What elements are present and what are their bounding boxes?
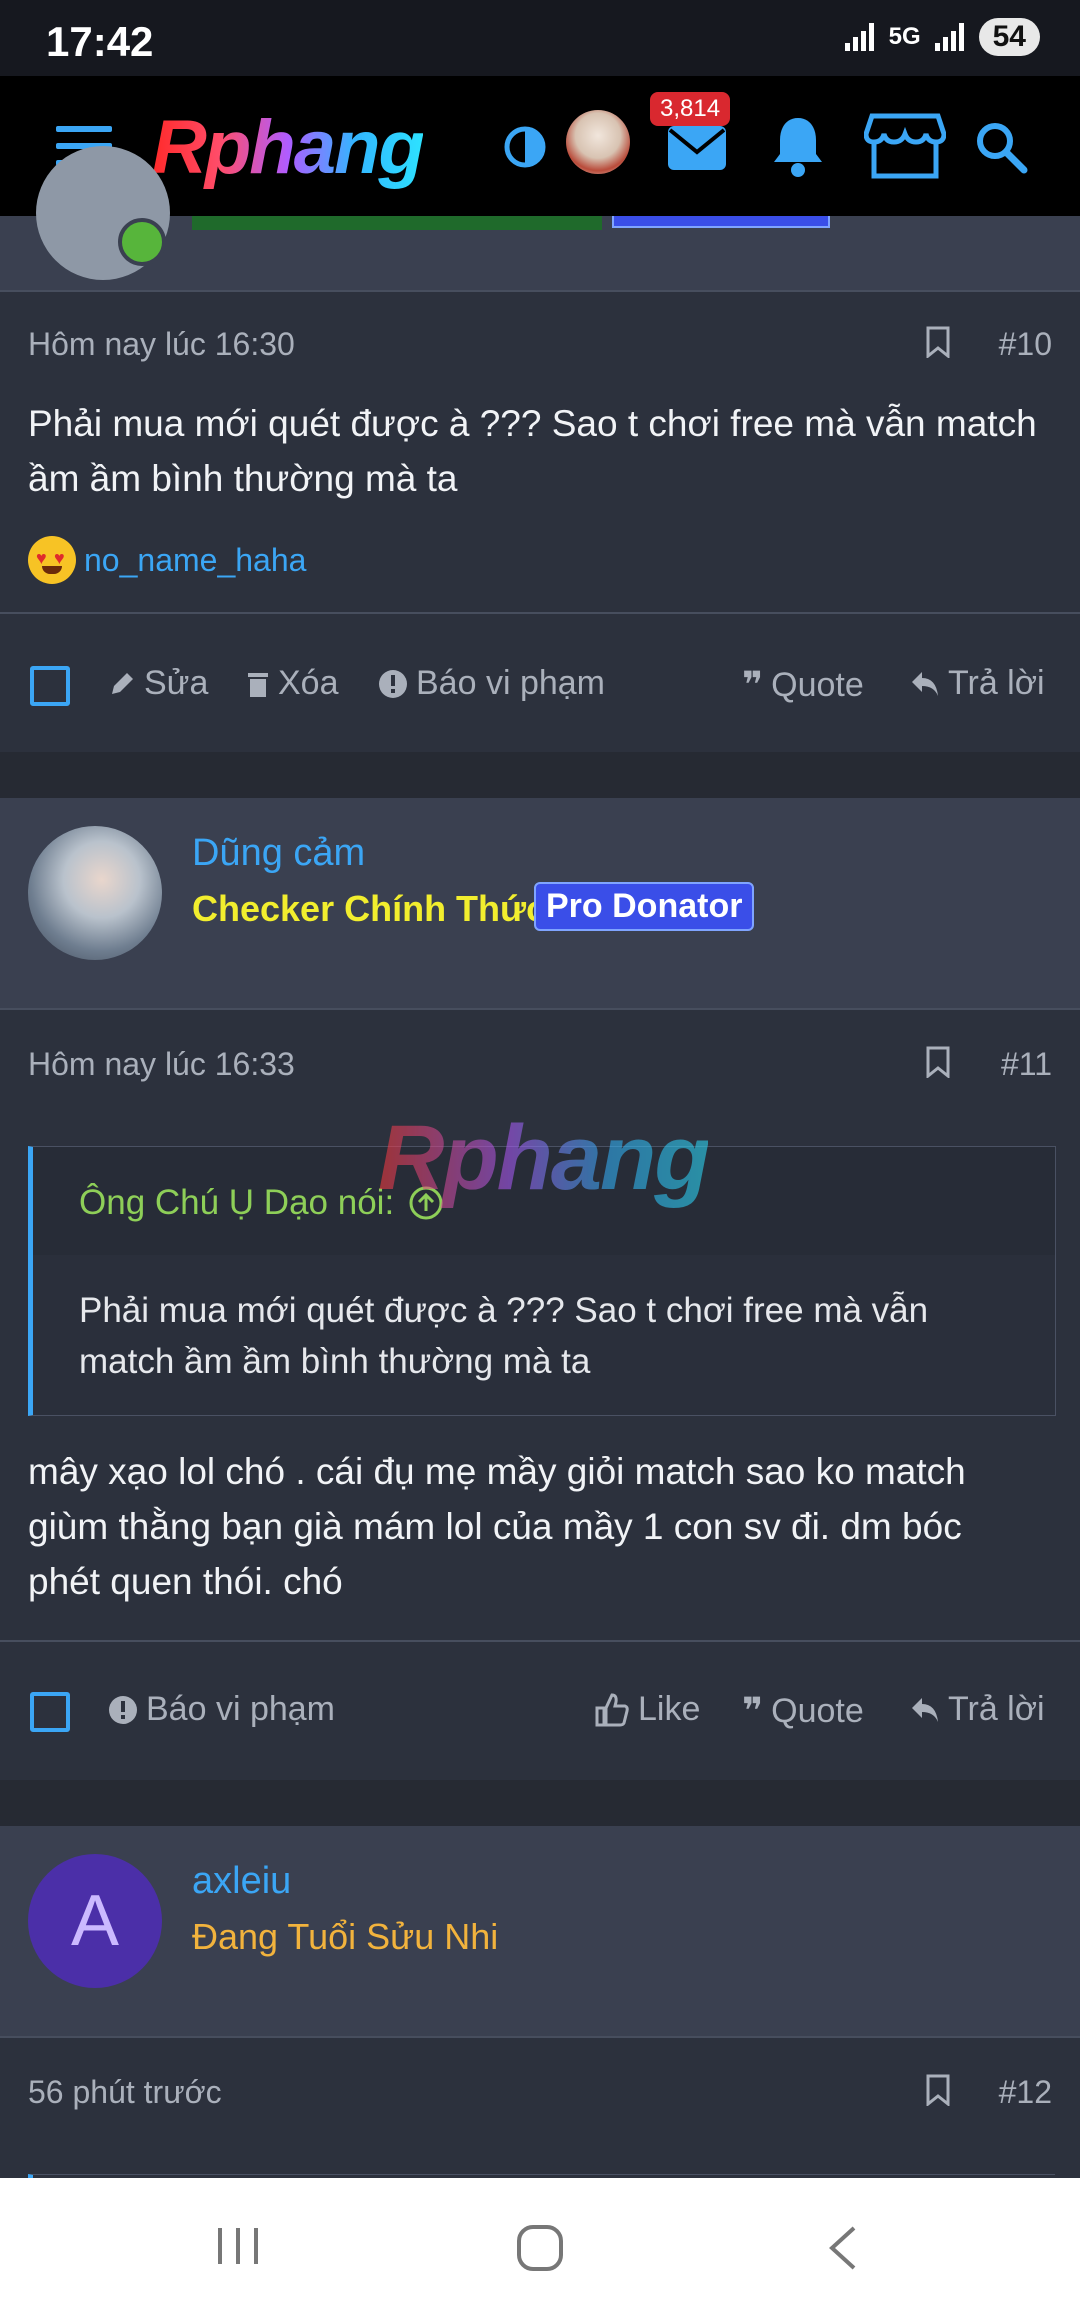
user-title-bar <box>192 216 602 230</box>
delete-button[interactable]: Xóa <box>246 664 339 703</box>
bookmark-icon[interactable] <box>926 1046 950 1078</box>
watermark-logo: Rphang <box>378 1107 710 1209</box>
user-avatar[interactable] <box>566 110 630 174</box>
post-number[interactable]: #11 <box>1001 1046 1052 1083</box>
post-10-userbar <box>0 146 1080 290</box>
back-icon[interactable] <box>826 2224 858 2272</box>
alert-circle-icon <box>379 669 407 698</box>
post-timestamp[interactable]: Hôm nay lúc 16:30 <box>28 326 295 363</box>
post-11-actions: Báo vi phạm Like ❞ Quote Trả lời <box>0 1670 1080 1750</box>
post-12: 56 phút trước #12 <box>0 2038 1080 2179</box>
post-author[interactable]: axleiu <box>192 1860 291 1903</box>
search-icon[interactable] <box>974 120 1028 174</box>
theme-toggle-icon[interactable] <box>504 126 546 168</box>
post-11-userbar: Dũng cảm Checker Chính Thức Pro Donator <box>0 798 1080 1008</box>
reply-arrow-icon <box>912 671 938 696</box>
user-title: Checker Chính Thức <box>192 888 547 929</box>
home-icon[interactable] <box>516 2224 564 2272</box>
avatar-letter: A <box>70 1881 120 1961</box>
quote-author[interactable]: Ông Chú Ụ Dạo nói: <box>79 1183 394 1223</box>
report-button[interactable]: Báo vi phạm <box>378 664 605 703</box>
like-button[interactable]: Like <box>594 1690 700 1729</box>
bookmark-icon[interactable] <box>926 2074 950 2106</box>
quote-text: Phải mua mới quét được à ??? Sao t chơi … <box>79 1291 929 1381</box>
status-time: 17:42 <box>46 18 154 65</box>
store-icon[interactable] <box>864 112 946 180</box>
status-bar: 17:42 5G 54 <box>0 0 1080 76</box>
site-logo[interactable]: Rphang <box>152 104 425 191</box>
quote-icon: ❞ <box>742 664 764 705</box>
post-12-userbar: A axleiu Đang Tuổi Sửu Nhi <box>0 1826 1080 2036</box>
report-button[interactable]: Báo vi phạm <box>108 1690 335 1729</box>
post-body: mây xạo lol chó . cái đụ mẹ mầy giỏi mat… <box>28 1451 966 1602</box>
bookmark-icon[interactable] <box>926 326 950 358</box>
post-10-actions: Sửa Xóa Báo vi phạm ❞ Quote Trả lời <box>0 644 1080 724</box>
post-timestamp[interactable]: Hôm nay lúc 16:33 <box>28 1046 295 1083</box>
notification-bell-icon[interactable] <box>770 114 826 178</box>
post-author[interactable]: Dũng cảm <box>192 832 365 875</box>
select-checkbox[interactable] <box>30 1692 70 1732</box>
inbox-icon[interactable] <box>666 124 728 172</box>
select-checkbox[interactable] <box>30 666 70 706</box>
network-label: 5G <box>888 23 921 50</box>
quote-button[interactable]: ❞ Quote <box>742 664 864 706</box>
quote-icon: ❞ <box>742 1690 764 1731</box>
post-number[interactable]: #10 <box>999 326 1052 363</box>
user-badge <box>612 216 830 228</box>
online-status-icon <box>118 218 166 266</box>
status-icons: 5G 54 <box>844 18 1040 56</box>
love-eyes-emoji-icon: ♥ ♥ <box>28 536 76 584</box>
signal-icon-2 <box>934 23 965 51</box>
reply-button[interactable]: Trả lời <box>910 1690 1045 1729</box>
post-body: Phải mua mới quét được à ??? Sao t chơi … <box>28 403 1037 499</box>
recent-apps-icon[interactable] <box>216 2224 260 2268</box>
reaction-summary[interactable]: ♥ ♥ no_name_haha <box>28 536 306 584</box>
post-timestamp[interactable]: 56 phút trước <box>28 2074 222 2111</box>
reply-button[interactable]: Trả lời <box>910 664 1045 703</box>
battery-indicator: 54 <box>978 18 1040 56</box>
edit-button[interactable]: Sửa <box>108 664 208 703</box>
inbox-count-badge: 3,814 <box>650 92 731 126</box>
thumbs-up-icon <box>595 1692 629 1726</box>
avatar[interactable]: A <box>28 1854 162 1988</box>
alert-circle-icon <box>109 1695 137 1724</box>
trash-icon <box>248 672 268 697</box>
signal-icon <box>844 23 875 51</box>
quote-button[interactable]: ❞ Quote <box>742 1690 864 1732</box>
reply-arrow-icon <box>912 1697 938 1722</box>
avatar[interactable] <box>28 826 162 960</box>
pro-donator-badge: Pro Donator <box>534 882 755 931</box>
pencil-icon <box>112 672 133 694</box>
post-number[interactable]: #12 <box>999 2074 1052 2111</box>
system-navigation-bar <box>0 2178 1080 2316</box>
reaction-username[interactable]: no_name_haha <box>84 542 306 579</box>
user-title: Đang Tuổi Sửu Nhi <box>192 1916 499 1957</box>
post-11: Hôm nay lúc 16:33 #11 Ông Chú Ụ Dạo nói:… <box>0 1010 1080 1640</box>
